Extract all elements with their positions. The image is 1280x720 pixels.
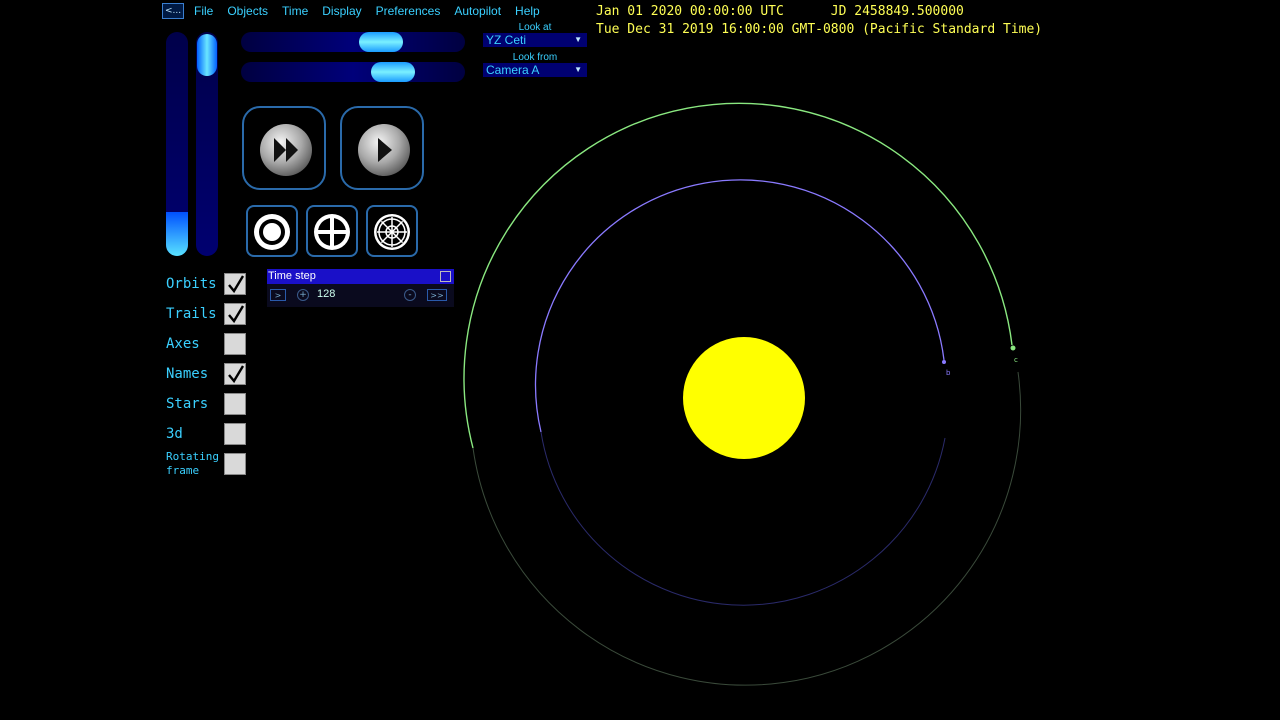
- orbit-view[interactable]: b c: [0, 0, 1280, 720]
- planet-c-label: c: [1014, 356, 1018, 364]
- planet-b-label: b: [946, 369, 951, 377]
- star-yz-ceti[interactable]: [683, 337, 805, 459]
- planet-b-marker[interactable]: [942, 360, 946, 364]
- planet-c-marker[interactable]: [1010, 345, 1016, 351]
